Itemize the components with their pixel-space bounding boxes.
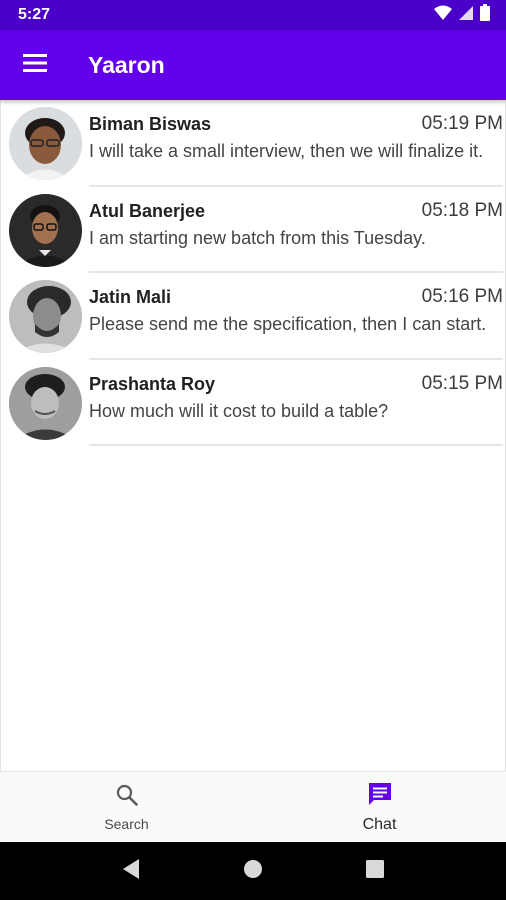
nav-label-chat: Chat	[362, 815, 397, 833]
chat-time: 05:18 PM	[421, 199, 503, 221]
avatar	[9, 280, 82, 353]
chat-last-message: How much will it cost to build a table?	[89, 400, 389, 421]
chat-list: Biman Biswas 05:19 PM I will take a smal…	[0, 100, 506, 772]
chat-name: Biman Biswas	[89, 114, 212, 134]
home-circle-icon	[243, 859, 263, 884]
chat-last-message: I am starting new batch from this Tuesda…	[89, 227, 426, 248]
avatar	[9, 107, 82, 180]
wifi-icon	[434, 5, 452, 26]
nav-item-search[interactable]: Search	[0, 772, 253, 842]
chat-time: 05:19 PM	[421, 113, 503, 134]
bottom-navigation: Search Chat	[0, 772, 506, 842]
system-navigation-bar	[0, 842, 506, 900]
chat-name: Atul Banerjee	[89, 200, 206, 221]
divider	[89, 444, 503, 446]
chat-row-jatin-mali[interactable]: Jatin Mali 05:16 PM Please send me the s…	[1, 273, 505, 360]
status-icons	[434, 4, 490, 26]
chat-name: Prashanta Roy	[89, 373, 216, 394]
status-time: 5:27	[18, 6, 51, 23]
avatar	[9, 193, 82, 267]
status-bar: 5:27	[0, 0, 506, 30]
chat-row-biman-biswas[interactable]: Biman Biswas 05:19 PM I will take a smal…	[1, 100, 505, 187]
chat-row-prashanta-roy[interactable]: Prashanta Roy 05:15 PM How much will it …	[1, 360, 505, 446]
battery-icon	[480, 4, 490, 26]
avatar	[9, 366, 82, 440]
system-back-button[interactable]	[111, 851, 151, 891]
chat-time: 05:15 PM	[421, 372, 503, 394]
app-bar: Yaaron	[0, 30, 506, 100]
chat-time: 05:16 PM	[421, 286, 503, 307]
system-home-button[interactable]	[233, 851, 273, 891]
hamburger-menu-icon	[23, 53, 47, 77]
back-triangle-icon	[121, 858, 141, 885]
chat-icon	[367, 781, 393, 812]
chat-name: Jatin Mali	[89, 287, 172, 307]
system-recents-button[interactable]	[355, 851, 395, 891]
nav-item-chat[interactable]: Chat	[253, 772, 506, 842]
recents-square-icon	[366, 859, 384, 883]
chat-row-atul-banerjee[interactable]: Atul Banerjee 05:18 PM I am starting new…	[1, 187, 505, 273]
search-icon	[115, 783, 139, 812]
app-title: Yaaron	[88, 51, 165, 78]
menu-button[interactable]	[0, 30, 70, 100]
chat-last-message: I will take a small interview, then we w…	[89, 141, 484, 161]
nav-label-search: Search	[104, 815, 149, 832]
cellular-signal-icon	[458, 5, 474, 26]
chat-last-message: Please send me the specification, then I…	[89, 314, 487, 334]
